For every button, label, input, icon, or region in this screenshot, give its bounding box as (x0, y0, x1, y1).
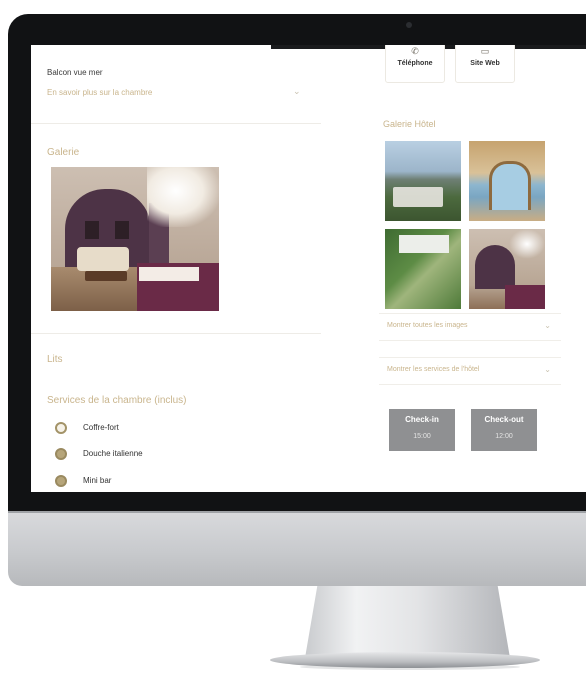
photo-bed (505, 285, 545, 309)
chevron-down-icon: ⌄ (544, 321, 551, 330)
learn-more-link[interactable]: En savoir plus sur la chambre (47, 88, 152, 97)
hotel-photo-arch[interactable] (469, 141, 545, 221)
hotel-photo-garden[interactable] (385, 229, 461, 309)
safe-icon (55, 422, 67, 434)
phone-button[interactable]: ✆ Téléphone (385, 45, 445, 83)
hotel-photo-coast[interactable] (385, 141, 461, 221)
room-photo[interactable] (51, 167, 219, 311)
beds-title: Lits (47, 354, 63, 365)
shower-icon (55, 448, 67, 460)
website-label: Site Web (470, 60, 500, 67)
service-label: Mini bar (83, 476, 112, 485)
website-icon: ▭ (480, 46, 490, 56)
photo-roof (399, 235, 449, 253)
photo-sheet (139, 267, 199, 281)
show-hotel-services-label: Montrer les services de l'hôtel (387, 366, 480, 373)
check-out-box: Check-out 12:00 (471, 409, 537, 451)
webcam-icon (406, 22, 412, 28)
show-all-images-dropdown[interactable]: Montrer toutes les images ⌄ (379, 313, 561, 341)
services-title: Services de la chambre (inclus) (47, 395, 187, 406)
divider (31, 333, 321, 334)
room-name: Balcon vue mer (47, 68, 103, 77)
photo-chandelier (147, 167, 219, 227)
screen: Balcon vue mer En savoir plus sur la cha… (31, 45, 586, 492)
gallery-title: Galerie (47, 147, 80, 158)
service-item: Coffre-fort (55, 422, 255, 438)
service-item: Douche italienne (55, 448, 255, 464)
check-out-label: Check-out (484, 415, 524, 424)
hotel-info-column: ✆ Téléphone ▭ Site Web Galerie Hôtel Mon… (371, 45, 586, 492)
service-label: Douche italienne (83, 449, 143, 458)
photo-table (85, 271, 127, 281)
photo-sofa (77, 247, 129, 271)
website-button[interactable]: ▭ Site Web (455, 45, 515, 83)
show-hotel-services-dropdown[interactable]: Montrer les services de l'hôtel ⌄ (379, 357, 561, 385)
check-in-time: 15:00 (413, 433, 431, 440)
hotel-gallery-title: Galerie Hôtel (383, 119, 436, 129)
service-item: Mini bar (55, 475, 255, 491)
photo-arch (489, 161, 531, 210)
photo-chandelier (509, 229, 545, 259)
photo-frame (115, 221, 129, 239)
photo-buildings (393, 187, 443, 207)
monitor-chin-edge (8, 511, 586, 513)
monitor-stand (305, 586, 510, 658)
hotel-photo-room[interactable] (469, 229, 545, 309)
divider (31, 123, 321, 124)
photo-frame (85, 221, 99, 239)
minibar-icon (55, 475, 67, 487)
check-in-label: Check-in (405, 415, 439, 424)
monitor-chin (8, 511, 586, 586)
room-details-column: Balcon vue mer En savoir plus sur la cha… (31, 45, 321, 492)
chevron-down-icon[interactable]: ⌄ (293, 86, 301, 97)
check-out-time: 12:00 (495, 433, 513, 440)
monitor-base (270, 652, 540, 668)
phone-label: Téléphone (397, 60, 433, 67)
show-all-images-label: Montrer toutes les images (387, 322, 468, 329)
phone-icon: ✆ (411, 46, 419, 56)
chevron-down-icon: ⌄ (544, 365, 551, 374)
check-in-box: Check-in 15:00 (389, 409, 455, 451)
service-label: Coffre-fort (83, 423, 119, 432)
